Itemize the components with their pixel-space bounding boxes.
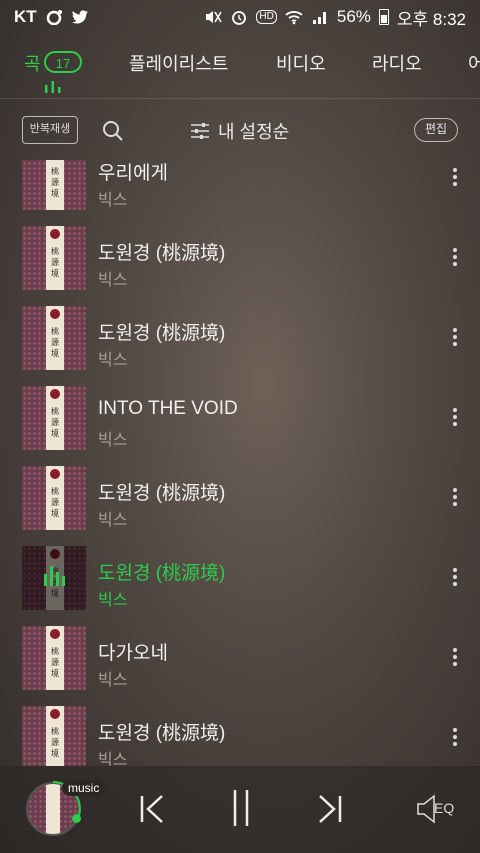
more-options-icon[interactable] xyxy=(449,326,461,350)
repeat-label: 반복재생 xyxy=(29,123,71,135)
song-title: 도원경 (桃源境) xyxy=(98,563,226,584)
song-title: 도원경 (桃源境) xyxy=(98,723,226,744)
album-thumbnail: 桃源境 xyxy=(22,160,86,210)
tab-songs[interactable]: 곡 xyxy=(24,50,41,76)
song-title: 도원경 (桃源境) xyxy=(98,243,226,264)
wifi-icon xyxy=(285,9,303,25)
battery-icon xyxy=(378,9,389,25)
song-row[interactable]: 桃源境 도원경 (桃源境) 빅스 xyxy=(0,300,480,380)
sort-button[interactable]: 내 설정순 xyxy=(190,118,289,144)
mute-icon xyxy=(204,9,223,25)
song-artist: 빅스 xyxy=(98,512,128,529)
edit-button[interactable]: 편집 xyxy=(414,118,458,142)
tab-playlists[interactable]: 플레이리스트 xyxy=(129,50,228,76)
album-thumbnail: 桃源境 xyxy=(22,306,86,370)
song-artist: 빅스 xyxy=(98,592,128,609)
status-bar: KT HD 56% 오후 8:32 xyxy=(0,0,480,34)
tab-radio[interactable]: 라디오 xyxy=(372,50,422,76)
album-thumbnail: 桃源境 xyxy=(22,226,86,290)
album-thumbnail: 桃源境 xyxy=(22,706,86,766)
eq-button[interactable]: EQ xyxy=(416,792,458,826)
now-playing-bars-icon xyxy=(44,566,65,586)
song-artist: 빅스 xyxy=(98,192,128,209)
more-options-icon[interactable] xyxy=(449,166,461,190)
clock: 오후 8:32 xyxy=(396,9,466,29)
song-row[interactable]: 桃源境 다가오네 빅스 xyxy=(0,620,480,700)
more-options-icon[interactable] xyxy=(449,566,461,590)
progress-dot xyxy=(72,814,81,823)
tab-bar: 곡 17 플레이리스트 비디오 라디오 어 xyxy=(0,34,480,99)
album-thumbnail: 桃源境 xyxy=(22,626,86,690)
song-artist: 빅스 xyxy=(98,352,128,369)
song-row-now-playing[interactable]: 桃源境 도원경 (桃源境) 빅스 xyxy=(0,540,480,620)
song-title: INTO THE VOID xyxy=(98,398,238,419)
song-row[interactable]: 桃源境 도원경 (桃源境) 빅스 xyxy=(0,220,480,300)
song-title: 도원경 (桃源境) xyxy=(98,323,226,344)
album-thumbnail: 桃源境 xyxy=(22,386,86,450)
more-options-icon[interactable] xyxy=(449,486,461,510)
tab-more[interactable]: 어 xyxy=(468,50,480,76)
repeat-button[interactable]: 반복재생 xyxy=(22,116,78,144)
previous-track-icon[interactable] xyxy=(138,792,168,826)
song-title: 우리에게 xyxy=(98,163,168,184)
song-artist: 빅스 xyxy=(98,752,128,766)
song-artist: 빅스 xyxy=(98,672,128,689)
more-options-icon[interactable] xyxy=(449,646,461,670)
song-artist: 빅스 xyxy=(98,432,128,449)
next-track-icon[interactable] xyxy=(314,792,344,826)
alarm-icon xyxy=(230,9,248,25)
song-title: 다가오네 xyxy=(98,643,168,664)
eq-label: EQ xyxy=(434,800,455,816)
more-options-icon[interactable] xyxy=(449,726,461,750)
song-row[interactable]: 桃源境 INTO THE VOID 빅스 xyxy=(0,380,480,460)
album-thumbnail: 桃源境 xyxy=(22,466,86,530)
sliders-icon xyxy=(191,123,209,139)
song-row[interactable]: 桃源境 우리에게 빅스 xyxy=(0,160,480,220)
music-tag: music xyxy=(62,780,106,796)
song-row[interactable]: 桃源境 도원경 (桃源境) 빅스 xyxy=(0,700,480,766)
song-row[interactable]: 桃源境 도원경 (桃源境) 빅스 xyxy=(0,460,480,540)
battery-percent: 56% xyxy=(336,7,371,26)
mini-player: music EQ xyxy=(0,766,480,853)
twitter-notification-icon xyxy=(71,9,89,25)
carrier-label: KT xyxy=(14,7,37,26)
song-title: 도원경 (桃源境) xyxy=(98,483,226,504)
sort-label: 내 설정순 xyxy=(218,122,290,142)
more-options-icon[interactable] xyxy=(449,246,461,270)
list-toolbar: 반복재생 내 설정순 편집 xyxy=(0,98,480,160)
more-options-icon[interactable] xyxy=(449,406,461,430)
pause-icon[interactable] xyxy=(226,788,256,828)
signal-icon xyxy=(311,9,329,25)
hd-voice-icon: HD xyxy=(256,10,277,24)
song-artist: 빅스 xyxy=(98,272,128,289)
song-list: 桃源境 우리에게 빅스 桃源境 도원경 (桃源境) 빅스 桃源境 도원경 (桃源… xyxy=(0,160,480,766)
now-playing-bars-icon xyxy=(45,81,61,93)
camera-notification-icon xyxy=(45,9,63,26)
search-icon[interactable] xyxy=(102,120,124,142)
song-count-badge: 17 xyxy=(44,51,82,73)
tab-videos[interactable]: 비디오 xyxy=(276,50,326,76)
